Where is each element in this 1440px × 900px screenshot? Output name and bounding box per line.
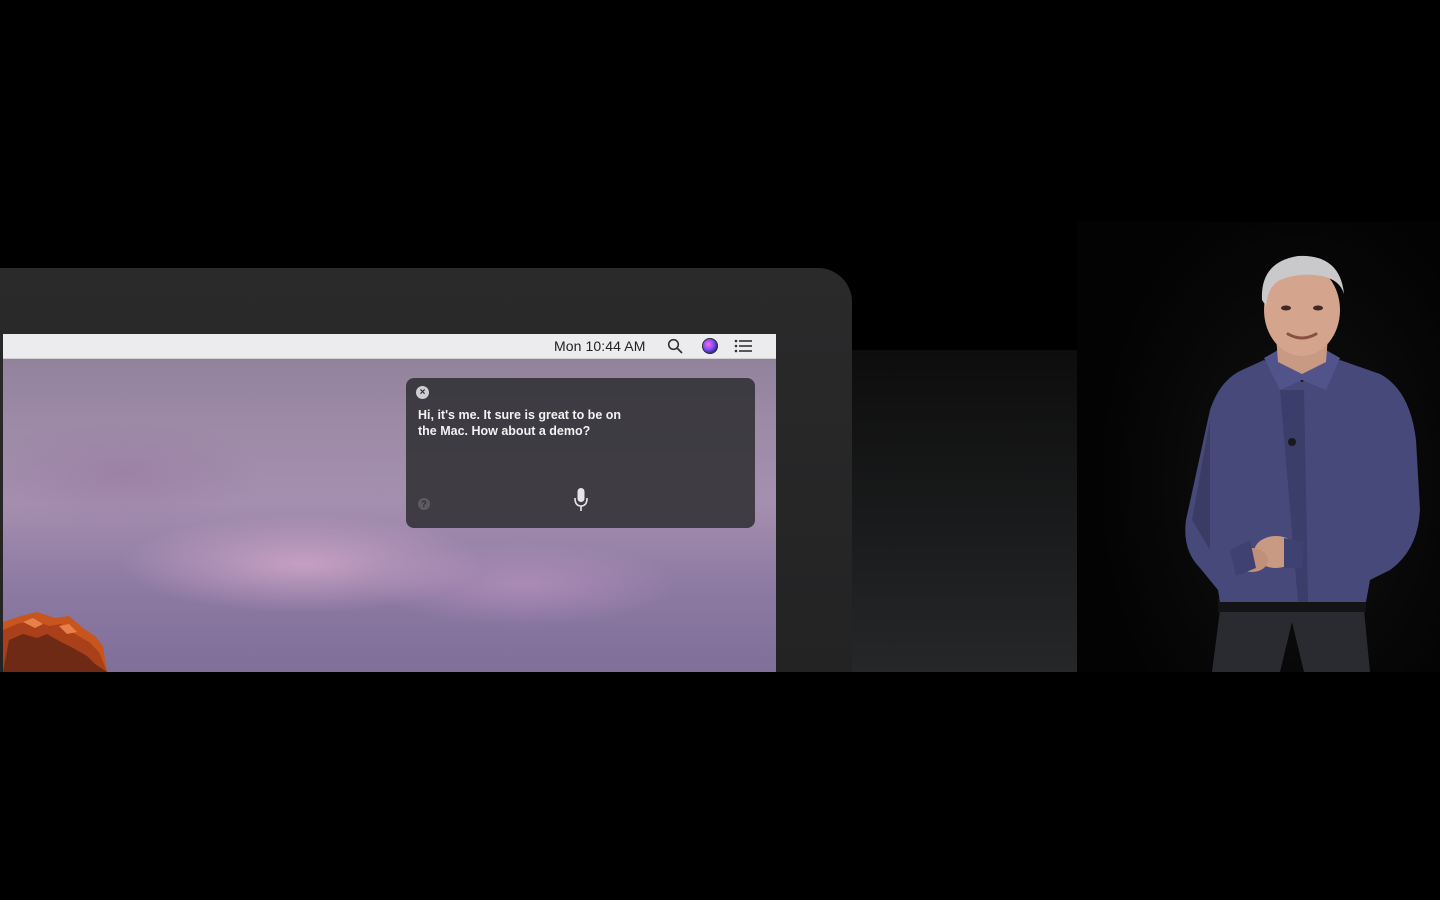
microphone-icon[interactable] (573, 487, 589, 513)
mountain-rock (3, 612, 107, 672)
menubar-clock[interactable]: Mon 10:44 AM (554, 338, 645, 354)
siri-panel: × Hi, it's me. It sure is great to be on… (406, 378, 755, 528)
notification-center-icon[interactable] (734, 339, 752, 353)
laptop-bezel-edge (852, 350, 1077, 672)
siri-close-button[interactable]: × (416, 386, 429, 399)
siri-help-button[interactable]: ? (418, 498, 430, 510)
presenter-figure (1185, 255, 1420, 672)
mac-desktop: Mon 10:44 AM × Hi, it's me. It sure is g… (3, 334, 776, 672)
keynote-stage: Mon 10:44 AM × Hi, it's me. It sure is g… (0, 0, 1440, 900)
siri-icon[interactable] (702, 338, 718, 354)
search-icon[interactable] (667, 338, 683, 354)
siri-message: Hi, it's me. It sure is great to be on t… (418, 408, 622, 438)
menu-bar: Mon 10:44 AM (3, 334, 776, 359)
